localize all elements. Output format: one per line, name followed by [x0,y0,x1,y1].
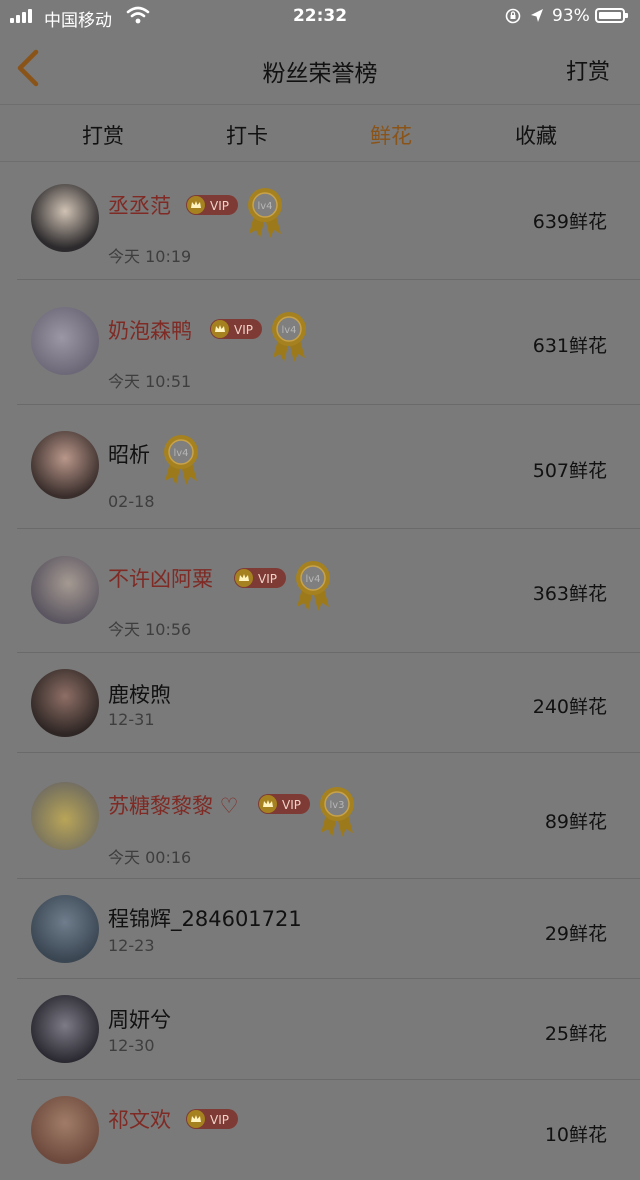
tab-checkin[interactable]: 打卡 [187,120,307,150]
list-item[interactable]: 丞丞范 VIP lv4 今天 10:19 639鲜花 [0,162,640,280]
fan-time: 02-18 [108,492,155,511]
list-item[interactable]: 不许凶阿粟 VIP lv4 今天 10:56 363鲜花 [0,529,640,653]
flower-count: 89鲜花 [544,811,607,833]
level-medal-icon: lv4 [248,188,282,238]
list-item[interactable]: 程锦辉_284601721 12-23 29鲜花 [0,879,640,979]
svg-text:VIP: VIP [282,798,301,812]
location-icon [531,9,543,22]
fan-name[interactable]: 不许凶阿粟 [108,563,213,593]
svg-text:lv3: lv3 [329,800,344,811]
battery-percent: 93% [552,6,590,26]
fan-time: 今天 10:56 [108,620,192,639]
fan-name[interactable]: 丞丞范 [108,190,171,220]
fan-time: 今天 10:19 [108,247,192,266]
flower-count: 363鲜花 [532,583,607,605]
list-item[interactable]: 祁文欢 VIP 10鲜花 [0,1080,640,1180]
flower-count: 29鲜花 [544,923,607,945]
vip-badge: VIP [186,195,238,215]
level-medal-icon: lv4 [296,561,330,611]
list-item[interactable]: 奶泡森鸭 VIP lv4 今天 10:51 631鲜花 [0,280,640,405]
avatar[interactable] [31,669,99,737]
vip-badge: VIP [234,568,286,588]
battery-icon [595,8,628,23]
avatar[interactable] [31,431,99,499]
page-title: 粉丝荣誉榜 [262,61,378,87]
flower-count: 25鲜花 [544,1023,607,1045]
fan-time: 12-30 [108,1036,155,1055]
svg-text:lv4: lv4 [257,201,272,212]
svg-text:VIP: VIP [210,1113,229,1127]
fan-name[interactable]: 奶泡森鸭 [108,315,192,345]
flower-count: 631鲜花 [532,335,607,357]
vip-badge: VIP [210,319,262,339]
vip-badge: VIP [258,794,310,814]
tab-flowers[interactable]: 鲜花 [331,120,451,150]
fan-name[interactable]: 周妍兮 [108,1004,171,1034]
status-bar: 中国移动 22:32 93% [0,0,640,34]
list-item[interactable]: 周妍兮 12-30 25鲜花 [0,979,640,1080]
fan-name[interactable]: 程锦辉_284601721 [108,903,302,933]
avatar[interactable] [31,995,99,1063]
avatar[interactable] [31,782,99,850]
fan-name[interactable]: 昭析 [108,439,150,469]
tab-reward[interactable]: 打赏 [43,120,163,150]
fan-time: 12-23 [108,936,155,955]
flower-count: 240鲜花 [532,696,607,718]
fan-name[interactable]: 鹿桉煦 [108,679,171,709]
list-item[interactable]: 鹿桉煦 12-31 240鲜花 [0,653,640,753]
avatar[interactable] [31,556,99,624]
tab-bar: 打赏 打卡 鲜花 收藏 [0,104,640,162]
flower-count: 10鲜花 [544,1124,607,1146]
svg-text:VIP: VIP [234,323,253,337]
tab-favorites[interactable]: 收藏 [476,120,596,150]
level-medal-icon: lv3 [320,787,354,837]
fan-name[interactable]: 祁文欢 [108,1104,171,1134]
avatar[interactable] [31,1096,99,1164]
avatar[interactable] [31,895,99,963]
level-medal-icon: lv4 [164,435,198,485]
nav-bar: 粉丝荣誉榜 打赏 [0,34,640,104]
fan-time: 12-31 [108,710,155,729]
svg-text:VIP: VIP [210,199,229,213]
svg-text:VIP: VIP [258,572,277,586]
svg-text:lv4: lv4 [281,325,296,336]
rotation-lock-icon [505,8,521,24]
svg-text:lv4: lv4 [305,574,320,585]
fan-name[interactable]: 苏糖黎黎黎 ♡ [108,790,239,820]
avatar[interactable] [31,307,99,375]
level-medal-icon: lv4 [272,312,306,362]
vip-badge: VIP [186,1109,238,1129]
reward-button[interactable]: 打赏 [566,54,610,86]
clock: 22:32 [292,6,348,26]
flower-count: 507鲜花 [532,460,607,482]
fan-time: 今天 10:51 [108,372,192,391]
list-item[interactable]: 昭析 lv4 02-18 507鲜花 [0,405,640,529]
list-item[interactable]: 苏糖黎黎黎 ♡ VIP lv3 今天 00:16 89鲜花 [0,753,640,879]
fan-time: 今天 00:16 [108,848,192,867]
svg-text:lv4: lv4 [173,448,188,459]
avatar[interactable] [31,184,99,252]
flower-count: 639鲜花 [532,211,607,233]
